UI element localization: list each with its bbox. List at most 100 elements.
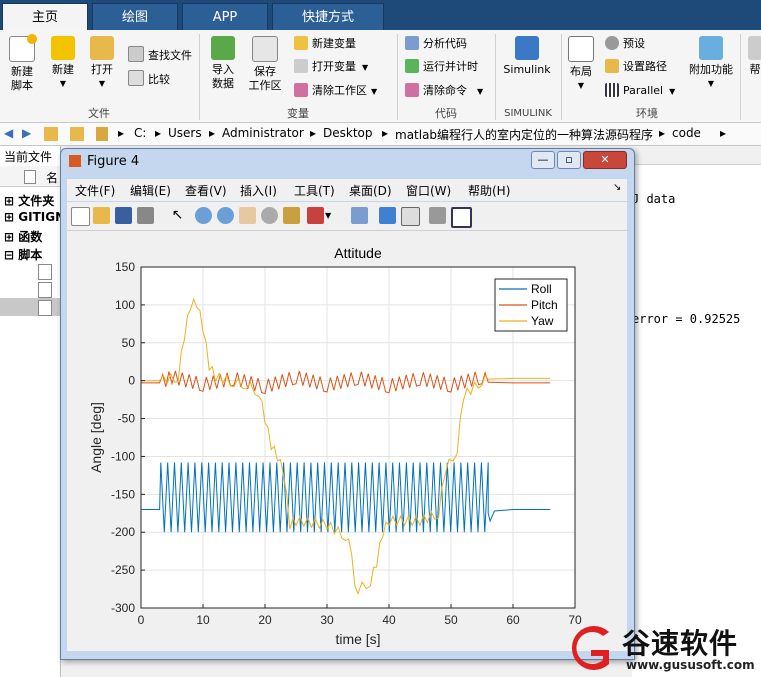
script-file-icon[interactable] <box>38 282 52 298</box>
close-button[interactable]: ✕ <box>583 151 627 169</box>
expand-icon[interactable]: ⊞ <box>4 210 14 224</box>
breadcrumb-administrator[interactable]: Administrator <box>222 126 304 140</box>
chevron-down-icon[interactable]: ▼ <box>325 207 342 224</box>
tree-item-gitignore[interactable]: ⊞ GITIGN <box>4 210 65 224</box>
tree-item-scripts[interactable]: ⊟ 脚本 <box>4 246 42 263</box>
tab-plots[interactable]: 绘图 <box>92 3 178 30</box>
matlab-logo-icon <box>69 155 81 167</box>
y-tick-label: 150 <box>115 260 135 274</box>
hide-plot-tools-icon[interactable] <box>429 207 446 224</box>
dock-arrow-icon[interactable]: ↘ <box>613 182 621 193</box>
set-path-button[interactable]: 设置路径 <box>605 58 667 76</box>
chevron-down-icon: ▼ <box>371 87 378 96</box>
open-variable-button[interactable]: 打开变量 ▼ <box>294 58 368 76</box>
clear-workspace-icon <box>294 83 308 97</box>
name-column-header[interactable]: 名 <box>46 169 58 186</box>
up-folder-icon[interactable] <box>44 127 58 141</box>
brush-icon[interactable] <box>307 207 324 224</box>
new-script-button[interactable]: 新建 脚本 <box>4 34 40 93</box>
find-files-button[interactable]: 查找文件 <box>128 46 192 64</box>
new-button[interactable]: 新建 ▼ <box>46 36 80 91</box>
menu-insert[interactable]: 插入(I) <box>240 182 277 199</box>
figure-window[interactable]: Figure 4 — ▫ ✕ 文件(F) 编辑(E) 查看(V) 插入(I) 工… <box>60 148 635 660</box>
zoom-in-icon[interactable] <box>195 207 212 224</box>
pan-hand-icon[interactable] <box>239 207 256 224</box>
browse-folder-icon[interactable] <box>70 127 84 141</box>
legend-icon[interactable] <box>401 207 420 226</box>
collapse-icon[interactable]: ⊟ <box>4 248 14 262</box>
figure-title-bar[interactable]: Figure 4 — ▫ ✕ <box>61 149 634 175</box>
breadcrumb-users[interactable]: Users <box>168 126 202 140</box>
help-button[interactable]: 帮 <box>748 36 761 77</box>
addons-button[interactable]: 附加功能 ▼ <box>688 36 734 91</box>
panel-header: 当前文件 <box>4 150 53 164</box>
menu-file[interactable]: 文件(F) <box>75 182 115 199</box>
preferences-button[interactable]: 预设 <box>605 35 645 53</box>
import-label: 导入 数据 <box>212 63 234 90</box>
clear-commands-button[interactable]: 清除命令 ▼ <box>405 82 483 100</box>
link-plot-icon[interactable] <box>351 207 368 224</box>
pointer-icon[interactable]: ↖ <box>169 207 186 224</box>
breadcrumb-c[interactable]: C: <box>134 126 146 140</box>
back-arrow-icon[interactable]: ◀ <box>4 126 13 140</box>
menu-window[interactable]: 窗口(W) <box>406 182 451 199</box>
tree-item-folders[interactable]: ⊞ 文件夹 <box>4 192 54 209</box>
tree-item-functions[interactable]: ⊞ 函数 <box>4 228 42 245</box>
new-figure-icon[interactable] <box>71 207 90 226</box>
data-cursor-icon[interactable] <box>283 207 300 224</box>
menu-desktop[interactable]: 桌面(D) <box>349 182 392 199</box>
zoom-out-icon[interactable] <box>217 207 234 224</box>
layout-icon <box>568 36 594 62</box>
tab-shortcuts[interactable]: 快捷方式 <box>272 3 384 30</box>
save-icon[interactable] <box>115 207 132 224</box>
find-files-icon <box>128 46 144 62</box>
minimize-button[interactable]: — <box>531 151 555 169</box>
save-workspace-icon <box>252 36 278 62</box>
file-icon <box>24 170 36 184</box>
tab-home[interactable]: 主页 <box>2 3 88 30</box>
compare-label: 比较 <box>148 73 170 86</box>
tab-apps[interactable]: APP <box>182 3 268 30</box>
maximize-button[interactable]: ▫ <box>557 151 581 169</box>
menu-tools[interactable]: 工具(T) <box>294 182 335 199</box>
menu-view[interactable]: 查看(V) <box>185 182 227 199</box>
colorbar-icon[interactable] <box>379 207 396 224</box>
save-workspace-button[interactable]: 保存 工作区 <box>244 36 286 93</box>
folder-icon <box>90 36 114 60</box>
ribbon: 新建 脚本 新建 ▼ 打开 ▼ 查找文件 比较 文件 导入 数据 保存 工作区 … <box>0 30 761 123</box>
addons-cube-icon <box>699 36 723 60</box>
print-icon[interactable] <box>137 207 154 224</box>
import-data-button[interactable]: 导入 数据 <box>204 36 242 91</box>
breadcrumb-sep: ▸ <box>155 126 162 140</box>
expand-icon[interactable]: ⊞ <box>4 230 14 244</box>
forward-arrow-icon[interactable]: ▶ <box>22 126 31 140</box>
watermark: 谷速软件 www.gususoft.com <box>622 622 761 677</box>
menu-help[interactable]: 帮助(H) <box>468 182 510 199</box>
tree-item-label: 函数 <box>18 230 43 244</box>
simulink-button[interactable]: Simulink <box>500 36 554 77</box>
menu-edit[interactable]: 编辑(E) <box>130 182 171 199</box>
expand-icon[interactable]: ⊞ <box>4 194 14 208</box>
rotate-icon[interactable] <box>261 207 278 224</box>
breadcrumb-desktop[interactable]: Desktop <box>323 126 373 140</box>
run-and-time-button[interactable]: 运行并计时 <box>405 58 478 76</box>
breadcrumb-project[interactable]: matlab编程行人的室内定位的一种算法源码程序 <box>395 126 653 143</box>
watermark-url: www.gususoft.com <box>626 658 755 672</box>
show-plot-tools-icon[interactable] <box>451 207 472 228</box>
clear-workspace-button[interactable]: 清除工作区 ▼ <box>294 82 377 100</box>
chevron-down-icon: ▼ <box>477 87 484 96</box>
tree-item-label: 脚本 <box>18 248 43 262</box>
y-tick-label: -200 <box>111 525 135 539</box>
breadcrumb-code[interactable]: code <box>672 126 701 140</box>
open-file-icon[interactable] <box>93 207 110 224</box>
script-file-icon[interactable] <box>38 300 52 316</box>
script-file-icon[interactable] <box>38 264 52 280</box>
command-window[interactable]: J data error = 0.92525 <box>632 146 761 677</box>
new-variable-button[interactable]: 新建变量 <box>294 35 356 53</box>
parallel-button[interactable]: Parallel ▼ <box>605 82 675 100</box>
compare-button[interactable]: 比较 <box>128 70 170 88</box>
attitude-chart[interactable]: 0 10 20 30 40 50 60 70150100500-50-100-150-200-… <box>67 231 627 651</box>
layout-button[interactable]: 布局 ▼ <box>565 36 597 93</box>
analyze-code-button[interactable]: 分析代码 <box>405 35 467 53</box>
open-button[interactable]: 打开 ▼ <box>86 36 118 91</box>
